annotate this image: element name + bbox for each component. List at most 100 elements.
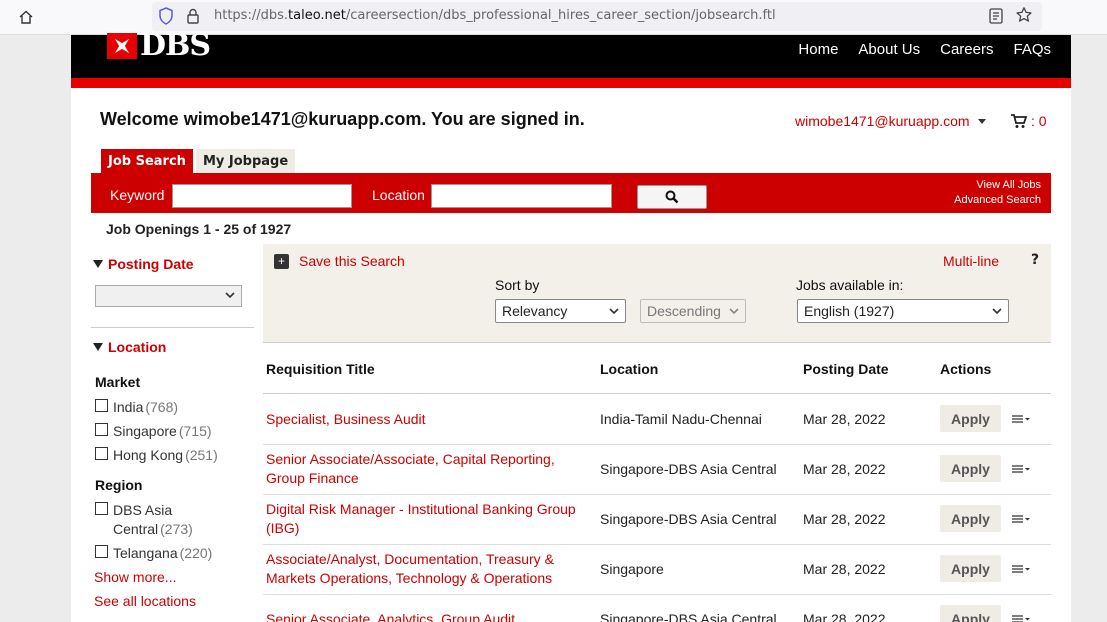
search-button[interactable] <box>637 185 707 209</box>
region-filter-telangana[interactable]: Telangana (220) <box>95 544 212 563</box>
job-posting-date: Mar 28, 2022 <box>803 561 886 577</box>
nav-careers[interactable]: Careers <box>940 41 993 58</box>
site-header: DBS Home About Us Careers FAQs <box>71 31 1071 88</box>
bookmark-star-icon[interactable] <box>1015 6 1033 28</box>
chevron-down-icon <box>992 308 1002 315</box>
cart-count[interactable]: : 0 <box>1031 113 1047 129</box>
location-input[interactable] <box>431 184 612 208</box>
checkbox[interactable] <box>95 545 108 558</box>
job-location: Singapore-DBS Asia Central <box>600 611 777 622</box>
triangle-down-icon <box>93 343 103 351</box>
job-posting-date: Mar 28, 2022 <box>803 511 886 527</box>
table-row: Associate/Analyst, Documentation, Treasu… <box>263 545 1051 595</box>
posting-date-filter-toggle[interactable]: Posting Date <box>93 256 194 272</box>
location-label: Location <box>372 187 425 203</box>
job-location: India-Tamil Nadu-Chennai <box>600 411 762 427</box>
home-icon[interactable] <box>14 6 38 28</box>
location-filter-toggle[interactable]: Location <box>93 339 166 355</box>
column-header-title[interactable]: Requisition Title <box>266 361 375 377</box>
dbs-star-icon <box>107 33 137 59</box>
search-icon <box>665 190 679 204</box>
column-header-actions: Actions <box>940 361 992 377</box>
filter-divider <box>91 327 254 328</box>
job-title-link[interactable]: Senior Associate, Analytics, Group Audit <box>266 610 596 622</box>
market-filter-india[interactable]: India (768) <box>95 398 178 417</box>
table-row: Digital Risk Manager - Institutional Ban… <box>263 495 1051 545</box>
show-more-link[interactable]: Show more... <box>94 569 176 585</box>
job-title-link[interactable]: Digital Risk Manager - Institutional Ban… <box>266 500 596 538</box>
checkbox[interactable] <box>95 502 108 515</box>
sort-by-label: Sort by <box>495 277 540 293</box>
dbs-logo[interactable]: DBS <box>107 28 211 63</box>
jobs-language-select[interactable]: English (1927) <box>797 299 1009 323</box>
triangle-down-icon <box>93 260 103 268</box>
list-menu-icon[interactable] <box>1011 514 1031 524</box>
table-row: Specialist, Business Audit India-Tamil N… <box>263 395 1051 445</box>
url-text[interactable]: https://dbs.taleo.net/careersection/dbs_… <box>214 8 776 23</box>
job-posting-date: Mar 28, 2022 <box>803 611 886 622</box>
multi-line-toggle[interactable]: Multi-line <box>943 253 999 269</box>
posting-date-select[interactable] <box>95 285 242 307</box>
job-title-link[interactable]: Senior Associate/Associate, Capital Repo… <box>266 450 596 488</box>
view-all-jobs-link[interactable]: View All Jobs <box>954 178 1041 193</box>
job-location: Singapore-DBS Asia Central <box>600 511 777 527</box>
chevron-down-icon <box>225 292 235 299</box>
header-red-band <box>71 78 1071 88</box>
tab-job-search[interactable]: Job Search <box>101 149 193 173</box>
user-menu[interactable]: wimobe1471@kuruapp.com <box>795 113 986 129</box>
sort-by-select[interactable]: Relevancy <box>495 299 626 323</box>
logo-text: DBS <box>140 28 211 63</box>
results-options-panel: + Save this Search Multi-line ? Sort by … <box>263 244 1051 342</box>
chevron-down-icon[interactable] <box>977 118 986 124</box>
help-icon[interactable]: ? <box>1031 252 1039 268</box>
save-search-link[interactable]: + Save this Search <box>274 253 405 269</box>
chevron-down-icon <box>609 308 619 315</box>
jobs-language-label: Jobs available in: <box>796 277 904 293</box>
advanced-search-link[interactable]: Advanced Search <box>954 193 1041 208</box>
job-title-link[interactable]: Specialist, Business Audit <box>266 410 596 429</box>
plus-icon: + <box>274 253 289 269</box>
search-tabs: Job Search My Jobpage <box>101 149 296 173</box>
apply-button[interactable]: Apply <box>940 555 1001 582</box>
lock-icon[interactable] <box>186 7 200 29</box>
market-filter-singapore[interactable]: Singapore (715) <box>95 422 212 441</box>
apply-button[interactable]: Apply <box>940 405 1001 432</box>
list-menu-icon[interactable] <box>1011 414 1031 424</box>
region-label: Region <box>95 477 143 493</box>
address-bar[interactable]: https://dbs.taleo.net/careersection/dbs_… <box>152 2 1042 31</box>
see-all-locations-link[interactable]: See all locations <box>94 593 196 609</box>
apply-button[interactable]: Apply <box>940 455 1001 482</box>
table-row: Senior Associate, Analytics, Group Audit… <box>263 595 1051 622</box>
user-email[interactable]: wimobe1471@kuruapp.com <box>795 113 970 129</box>
page-content: DBS Home About Us Careers FAQs Welcome w… <box>71 31 1071 622</box>
apply-button[interactable]: Apply <box>940 505 1001 532</box>
column-header-location[interactable]: Location <box>600 361 658 377</box>
search-bar: Keyword Location View All Jobs Advanced … <box>91 173 1051 213</box>
nav-about-us[interactable]: About Us <box>858 41 920 58</box>
checkbox[interactable] <box>95 447 108 460</box>
job-title-link[interactable]: Associate/Analyst, Documentation, Treasu… <box>266 550 596 588</box>
cart-icon[interactable] <box>1010 113 1028 129</box>
list-menu-icon[interactable] <box>1011 614 1031 622</box>
checkbox[interactable] <box>95 423 108 436</box>
tab-my-jobpage[interactable]: My Jobpage <box>195 149 296 173</box>
reader-view-icon[interactable] <box>988 7 1004 29</box>
job-posting-date: Mar 28, 2022 <box>803 411 886 427</box>
nav-home[interactable]: Home <box>798 41 838 58</box>
chevron-down-icon <box>729 308 739 315</box>
job-location: Singapore-DBS Asia Central <box>600 461 777 477</box>
column-header-posting-date[interactable]: Posting Date <box>803 361 889 377</box>
shield-icon[interactable] <box>158 7 174 29</box>
market-filter-hong-kong[interactable]: Hong Kong (251) <box>95 446 218 465</box>
list-menu-icon[interactable] <box>1011 564 1031 574</box>
cart[interactable]: : 0 <box>1010 113 1047 129</box>
market-label: Market <box>95 374 141 390</box>
region-filter-dbs-asia-central[interactable]: DBS Asia Central (273) <box>95 501 235 539</box>
nav-faqs[interactable]: FAQs <box>1013 41 1051 58</box>
job-location: Singapore <box>600 561 664 577</box>
checkbox[interactable] <box>95 399 108 412</box>
list-menu-icon[interactable] <box>1011 464 1031 474</box>
keyword-input[interactable] <box>172 184 352 208</box>
apply-button[interactable]: Apply <box>940 605 1001 622</box>
welcome-message: Welcome wimobe1471@kuruapp.com. You are … <box>100 109 585 129</box>
